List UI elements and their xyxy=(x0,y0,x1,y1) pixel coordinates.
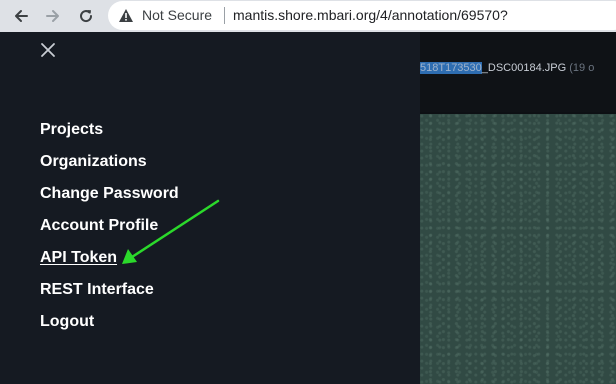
warning-icon[interactable] xyxy=(118,8,134,23)
forward-arrow-icon[interactable] xyxy=(41,4,65,28)
menu-item-projects[interactable]: Projects xyxy=(40,120,179,152)
image-count: (19 o xyxy=(569,62,595,74)
image-title: 518T173530_DSC00184.JPG (19 o xyxy=(420,61,594,75)
image-header: 518T173530_DSC00184.JPG (19 o xyxy=(420,32,616,112)
menu-item-change-password[interactable]: Change Password xyxy=(40,184,179,216)
menu-item-organizations[interactable]: Organizations xyxy=(40,152,179,184)
browser-toolbar: Not Secure mantis.shore.mbari.org/4/anno… xyxy=(0,0,616,32)
address-bar[interactable]: Not Secure mantis.shore.mbari.org/4/anno… xyxy=(108,1,616,30)
close-icon[interactable] xyxy=(38,40,58,60)
side-menu: Projects Organizations Change Password A… xyxy=(0,32,420,384)
menu-item-api-token[interactable]: API Token xyxy=(40,248,179,280)
menu-list: Projects Organizations Change Password A… xyxy=(40,120,179,344)
divider xyxy=(224,7,225,24)
menu-item-account-profile[interactable]: Account Profile xyxy=(40,216,179,248)
image-title-selected: 518T173530 xyxy=(420,62,482,74)
url-text[interactable]: mantis.shore.mbari.org/4/annotation/6957… xyxy=(233,7,508,24)
security-status[interactable]: Not Secure xyxy=(142,7,212,24)
back-arrow-icon[interactable] xyxy=(9,4,33,28)
reload-icon[interactable] xyxy=(74,4,98,28)
menu-item-logout[interactable]: Logout xyxy=(40,312,179,344)
menu-item-rest-interface[interactable]: REST Interface xyxy=(40,280,179,312)
image-title-filename: _DSC00184.JPG xyxy=(481,62,567,74)
annotation-image[interactable] xyxy=(420,114,616,384)
